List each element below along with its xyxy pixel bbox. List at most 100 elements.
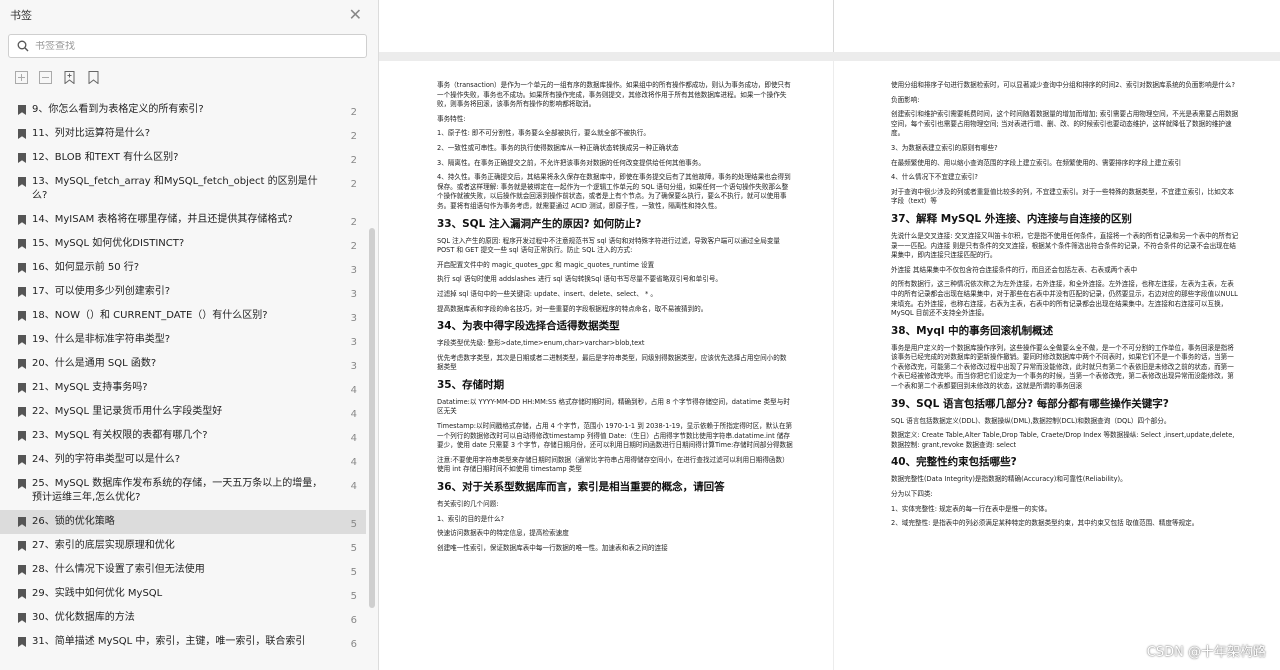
bookmark-label: 28、什么情况下设置了索引但无法使用 xyxy=(32,564,205,575)
bookmark-item[interactable]: 29、实践中如何优化 MySQL 5 xyxy=(0,582,366,606)
bookmark-item[interactable]: 9、你怎么看到为表格定义的所有索引? 2 xyxy=(0,98,366,122)
bookmark-icon xyxy=(18,335,26,345)
bookmark-icon xyxy=(18,263,26,273)
bookmark-item[interactable]: 25、MySQL 数据库作发布系统的存储，一天五万条以上的增量， 预计运维三年,… xyxy=(0,472,366,510)
bookmark-page-number: 4 xyxy=(350,385,357,396)
expand-all-icon[interactable] xyxy=(14,70,28,84)
bookmark-icon xyxy=(18,177,26,187)
bookmark-page-number: 3 xyxy=(350,313,357,324)
bookmark-icon xyxy=(18,383,26,393)
bookmark-label: 25、MySQL 数据库作发布系统的存储，一天五万条以上的增量， 预计运维三年,… xyxy=(32,478,323,503)
bookmark-page-number: 6 xyxy=(350,615,357,626)
right-page-paragraph: 2、域完整性: 是指表中的列必须满足某种特定的数据类型约束，其中约束又包括 取值… xyxy=(891,519,1199,528)
bookmark-options-icon[interactable] xyxy=(86,70,100,84)
left-page-paragraph: 事务特性: xyxy=(437,114,466,123)
left-page-paragraph: 提高数据库表和字段的命名技巧，对一些重要的字段根据程序的特点命名，取不易被猜到的… xyxy=(437,304,708,313)
bookmark-page-number: 2 xyxy=(350,155,357,166)
left-page-paragraph: 事务（transaction）是作为一个单元的一组有序的数据库操作。如果组中的所… xyxy=(437,81,791,109)
bookmark-item[interactable]: 26、锁的优化策略 5 xyxy=(0,510,366,534)
left-page-paragraph: Timestamp:以时间戳格式存储，占用 4 个字节，范围小 1970-1-1… xyxy=(437,422,793,450)
bookmark-item[interactable]: 19、什么是非标准字符串类型? 3 xyxy=(0,328,366,352)
bookmark-label: 15、MySQL 如何优化DISTINCT? xyxy=(32,238,185,249)
scrollbar-thumb[interactable] xyxy=(369,228,375,608)
bookmark-icon xyxy=(18,105,26,115)
bookmark-item[interactable]: 21、MySQL 支持事务吗? 4 xyxy=(0,376,366,400)
previous-page-bottom xyxy=(379,0,1280,52)
left-page-paragraph: 优先考虑数字类型，其次是日期或者二进制类型，最后是字符串类型，同级别得数据类型，… xyxy=(437,353,787,372)
bookmark-page-number: 4 xyxy=(350,433,357,444)
bookmark-page-number: 3 xyxy=(350,361,357,372)
right-page-paragraph: SQL 语言包括数据定义(DDL)、数据操纵(DML),数据控制(DCL)和数据… xyxy=(891,416,1171,425)
bookmark-item[interactable]: 23、MySQL 有关权限的表都有哪几个? 4 xyxy=(0,424,366,448)
close-icon[interactable]: ✕ xyxy=(349,7,362,23)
add-bookmark-icon[interactable] xyxy=(62,70,76,84)
bookmark-page-number: 2 xyxy=(350,107,357,118)
bookmark-label: 27、索引的底层实现原理和优化 xyxy=(32,540,175,551)
left-page-paragraph: 字段类型优先级: 整形>date,time>enum,char>varchar>… xyxy=(437,339,645,348)
csdn-watermark: CSDN @十年架构路 xyxy=(1146,645,1266,660)
bookmark-label: 16、如何显示前 50 行? xyxy=(32,262,140,273)
bookmark-icon xyxy=(18,613,26,623)
bookmark-page-number: 2 xyxy=(350,241,357,252)
document-page-left: 事务（transaction）是作为一个单元的一组有序的数据库操作。如果组中的所… xyxy=(379,61,833,670)
bookmark-label: 22、MySQL 里记录货币用什么字段类型好 xyxy=(32,406,223,417)
bookmark-label: 26、锁的优化策略 xyxy=(32,516,115,527)
bookmark-label: 9、你怎么看到为表格定义的所有索引? xyxy=(32,104,204,115)
bookmark-item[interactable]: 27、索引的底层实现原理和优化 5 xyxy=(0,534,366,558)
left-page-paragraph: 过滤掉 sql 语句中的一些关键词: update、insert、delete、… xyxy=(437,289,657,298)
pdf-reader-app: 书签 ✕ 9、你怎么看到为表格定义的所有索引?211、列对比运 xyxy=(0,0,1280,670)
bookmark-item[interactable]: 15、MySQL 如何优化DISTINCT? 2 xyxy=(0,232,366,256)
left-page-paragraph: 执行 sql 语句时使用 addslashes 进行 sql 语句转换Sql 语… xyxy=(437,275,723,284)
bookmark-item[interactable]: 20、什么是通用 SQL 函数? 3 xyxy=(0,352,366,376)
bookmark-item[interactable]: 13、MySQL_fetch_array 和MySQL_fetch_object… xyxy=(0,170,366,208)
bookmark-icon xyxy=(18,479,26,489)
bookmark-page-number: 2 xyxy=(350,217,357,228)
bookmark-item[interactable]: 11、列对比运算符是什么? 2 xyxy=(0,122,366,146)
page-divider xyxy=(833,0,834,52)
bookmark-page-number: 4 xyxy=(350,457,357,468)
bookmark-item[interactable]: 12、BLOB 和TEXT 有什么区别? 2 xyxy=(0,146,366,170)
bookmark-item[interactable]: 14、MyISAM 表格将在哪里存储，并且还提供其存储格式? 2 xyxy=(0,208,366,232)
bookmark-item[interactable]: 18、NOW（）和 CURRENT_DATE（）有什么区别? 3 xyxy=(0,304,366,328)
bookmark-icon xyxy=(18,431,26,441)
bookmark-page-number: 5 xyxy=(350,519,357,530)
right-page-heading: 38、Myql 中的事务回滚机制概述 xyxy=(891,324,1054,337)
bookmark-label: 11、列对比运算符是什么? xyxy=(32,128,151,139)
document-viewport[interactable]: 事务（transaction）是作为一个单元的一组有序的数据库操作。如果组中的所… xyxy=(379,0,1280,670)
bookmark-search-input[interactable] xyxy=(35,40,335,52)
left-page-paragraph: 1、索引的目的是什么? xyxy=(437,514,505,523)
right-page-paragraph: 3、为数据表建立索引的原则有哪些? xyxy=(891,143,998,152)
bookmark-icon xyxy=(18,311,26,321)
sidebar-title: 书签 xyxy=(10,9,32,22)
bookmark-icon xyxy=(18,541,26,551)
sidebar-scrollbar[interactable] xyxy=(368,98,376,670)
bookmark-item[interactable]: 28、什么情况下设置了索引但无法使用 5 xyxy=(0,558,366,582)
left-page-paragraph: 创建唯一性索引，保证数据库表中每一行数据的唯一性。加速表和表之间的连接 xyxy=(437,543,668,552)
bookmark-item[interactable]: 31、简单描述 MySQL 中，索引，主键，唯一索引，联合索引 6 xyxy=(0,630,366,668)
bookmark-item[interactable]: 30、优化数据库的方法 6 xyxy=(0,606,366,630)
right-page-heading: 37、解释 MySQL 外连接、内连接与自连接的区别 xyxy=(891,212,1132,225)
left-page-paragraph: 快速访问数据表中的特定信息，提高检索速度 xyxy=(437,529,569,538)
bookmark-item[interactable]: 22、MySQL 里记录货币用什么字段类型好 4 xyxy=(0,400,366,424)
right-page-heading: 40、完整性约束包括哪些? xyxy=(891,456,1017,469)
bookmark-icon xyxy=(18,239,26,249)
bookmark-page-number: 5 xyxy=(350,567,357,578)
bookmark-item[interactable]: 16、如何显示前 50 行? 3 xyxy=(0,256,366,280)
bookmark-item[interactable]: 17、可以使用多少列创建索引? 3 xyxy=(0,280,366,304)
bookmark-search-box[interactable] xyxy=(8,34,367,58)
bookmark-icon xyxy=(18,407,26,417)
right-page-paragraph: 数据定义: Create Table,Alter Table,Drop Tabl… xyxy=(891,431,1235,449)
left-page-paragraph: 2、一致性或可串性。事务的执行使得数据库从一种正确状态转换成另一种正确状态 xyxy=(437,143,679,152)
bookmark-list: 9、你怎么看到为表格定义的所有索引? 2 11、列对比运算符是什么? 2 12、BLOB… xyxy=(0,98,366,670)
collapse-all-icon[interactable] xyxy=(38,70,52,84)
left-page-heading: 36、对于关系型数据库而言，索引是相当重要的概念，请回答 xyxy=(437,481,725,494)
search-icon xyxy=(17,40,29,52)
bookmark-label: 17、可以使用多少列创建索引? xyxy=(32,286,171,297)
left-page-paragraph: Datatime:以 YYYY-MM-DD HH:MM:SS 格式存储时期时间，… xyxy=(437,397,790,416)
bookmark-page-number: 3 xyxy=(350,289,357,300)
right-page-paragraph: 对于查询中很少涉及的列或者重复值比较多的列，不宜建立索引。对于一些特殊的数据类型… xyxy=(891,187,1234,206)
bookmark-label: 21、MySQL 支持事务吗? xyxy=(32,382,148,393)
document-page-right: 使用分组和排序子句进行数据检索时，可以显著减少查询中分组和排序的时间2、索引对数… xyxy=(834,61,1280,670)
bookmark-label: 14、MyISAM 表格将在哪里存储，并且还提供其存储格式? xyxy=(32,214,293,225)
bookmark-item[interactable]: 24、列的字符串类型可以是什么? 4 xyxy=(0,448,366,472)
